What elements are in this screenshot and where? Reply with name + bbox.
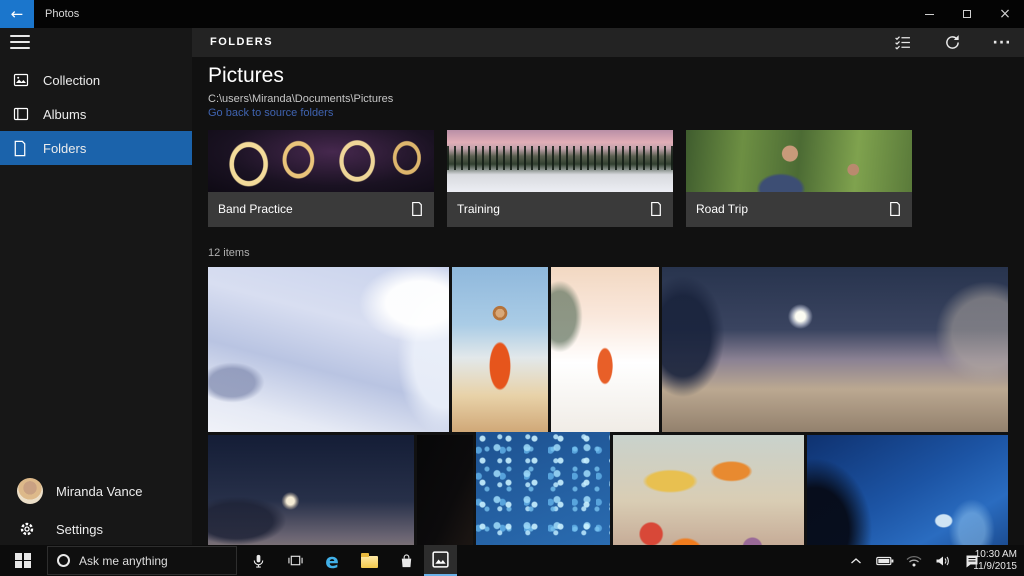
folder-icon [889, 201, 901, 222]
minimize-icon [924, 13, 934, 15]
close-button[interactable]: × [986, 0, 1024, 28]
app-title: Photos [45, 8, 80, 20]
chevron-up-icon [851, 557, 861, 563]
settings-label: Settings [56, 521, 103, 537]
sidebar-item-settings[interactable]: Settings [0, 517, 192, 541]
clock-time: 10:30 AM [974, 548, 1017, 560]
task-view-icon [287, 555, 303, 566]
battery-icon [876, 556, 894, 565]
folder-name: Training [457, 202, 500, 216]
folder-thumbnail-winter-forest [447, 130, 673, 192]
folder-name: Band Practice [218, 202, 293, 216]
maximize-icon [963, 10, 971, 18]
folder-name: Road Trip [696, 202, 749, 216]
photo-aquarium-visitor[interactable] [807, 435, 1008, 545]
select-items-button[interactable] [890, 31, 914, 55]
store-bag-icon [401, 553, 411, 567]
sidebar-item-account[interactable]: Miranda Vance [0, 478, 192, 504]
folder-icon [650, 201, 662, 222]
photo-snowy-village-night[interactable] [208, 435, 414, 545]
photo-child-orange-snowsuit[interactable] [452, 267, 548, 432]
edge-icon: e [325, 548, 339, 573]
window-controls: × [910, 0, 1024, 28]
search-input[interactable] [79, 553, 224, 568]
cortana-icon [57, 554, 70, 567]
back-button[interactable]: ← [0, 0, 34, 28]
photo-moonlit-snowy-road[interactable] [662, 267, 1008, 432]
folder-icon [411, 201, 423, 222]
task-view-button[interactable] [283, 545, 307, 576]
main-content: Pictures C:\users\Miranda\Documents\Pict… [192, 57, 1024, 545]
command-bar: FOLDERS ··· [192, 28, 1024, 57]
microphone-button[interactable] [246, 545, 270, 576]
windows-logo-icon [15, 552, 31, 569]
wifi-button[interactable] [904, 545, 924, 576]
sidebar-item-label: Collection [43, 72, 101, 88]
back-arrow-icon: ← [10, 5, 24, 23]
collection-icon [13, 72, 29, 88]
page-title: FOLDERS [210, 36, 274, 48]
store-button[interactable] [394, 545, 418, 576]
title-bar: ← Photos × [0, 0, 1024, 28]
folder-path: C:\users\Miranda\Documents\Pictures [208, 93, 394, 105]
speaker-icon [936, 556, 949, 565]
file-explorer-icon [360, 553, 378, 568]
photos-app-icon [432, 551, 449, 568]
tray-chevron-button[interactable] [846, 545, 866, 576]
folder-card-road-trip[interactable]: Road Trip [686, 130, 912, 227]
photo-snowy-trees-trail[interactable] [208, 267, 449, 432]
photos-app-screen: ← Photos × Collection Albums Folders Mir… [0, 0, 1024, 576]
photo-fruit-stand[interactable] [613, 435, 804, 545]
cortana-search-box[interactable] [47, 546, 237, 575]
folder-card-training[interactable]: Training [447, 130, 673, 227]
folder-thumbnail-sparklers [208, 130, 434, 192]
multiselect-icon [894, 36, 910, 50]
photo-child-skiing[interactable] [551, 267, 659, 432]
source-folders-link[interactable]: Go back to source folders [208, 107, 333, 119]
ellipsis-icon: ··· [992, 34, 1012, 51]
photos-app-taskbar-button[interactable] [424, 545, 457, 576]
folder-thumbnail-couple-selfie [686, 130, 912, 192]
user-avatar [17, 478, 43, 504]
gear-icon [19, 521, 35, 537]
albums-icon [13, 106, 29, 122]
folders-icon [13, 140, 29, 156]
sidebar-item-albums[interactable]: Albums [0, 97, 192, 131]
folder-heading: Pictures [208, 64, 284, 87]
volume-button[interactable] [933, 545, 953, 576]
refresh-button[interactable] [940, 31, 964, 55]
wifi-icon [906, 555, 922, 566]
hamburger-menu-icon[interactable] [10, 35, 30, 49]
sidebar: Collection Albums Folders Miranda Vance … [0, 28, 192, 545]
folder-card-band-practice[interactable]: Band Practice [208, 130, 434, 227]
maximize-button[interactable] [948, 0, 986, 28]
battery-button[interactable] [875, 545, 895, 576]
refresh-icon [945, 35, 959, 49]
sidebar-item-collection[interactable]: Collection [0, 63, 192, 97]
photo-man-portrait-dark[interactable] [417, 435, 473, 545]
clock-date: 11/9/2015 [973, 560, 1017, 572]
sidebar-item-label: Folders [43, 140, 87, 156]
more-options-button[interactable]: ··· [990, 31, 1014, 55]
file-explorer-button[interactable] [357, 545, 381, 576]
user-name: Miranda Vance [56, 483, 143, 499]
minimize-button[interactable] [910, 0, 948, 28]
close-icon: × [999, 6, 1011, 22]
start-button[interactable] [0, 545, 46, 576]
taskbar-clock[interactable]: 10:30 AM 11/9/2015 [973, 545, 1017, 576]
taskbar: e [0, 545, 1024, 576]
items-count: 12 items [208, 247, 250, 259]
sidebar-item-folders[interactable]: Folders [0, 131, 192, 165]
photo-blue-bubbles[interactable] [476, 432, 610, 545]
microphone-icon [253, 554, 263, 568]
edge-browser-button[interactable]: e [320, 545, 344, 576]
sidebar-item-label: Albums [43, 106, 87, 122]
system-tray [846, 545, 982, 576]
